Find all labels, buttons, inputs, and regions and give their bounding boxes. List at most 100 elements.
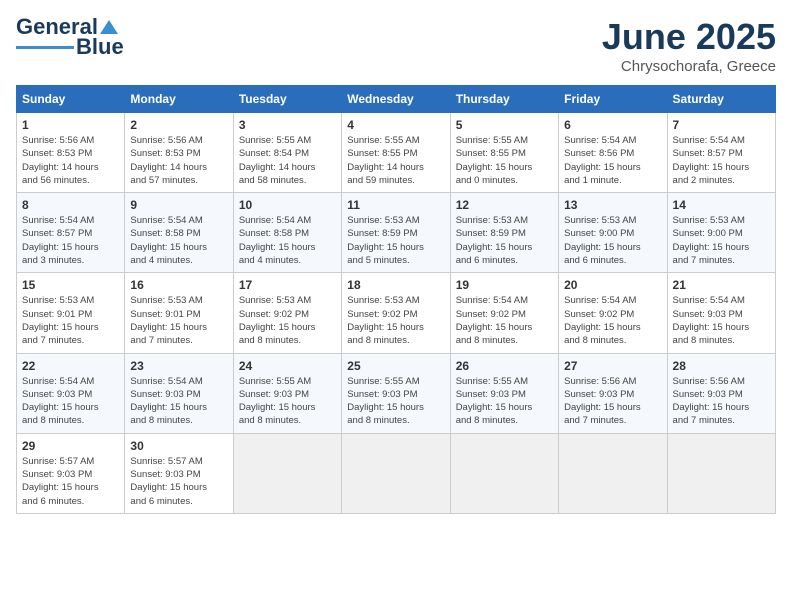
day-info: Sunrise: 5:53 AM Sunset: 9:01 PM Dayligh… (22, 294, 119, 347)
calendar-cell (233, 433, 341, 513)
day-info: Sunrise: 5:53 AM Sunset: 9:00 PM Dayligh… (673, 214, 770, 267)
day-info: Sunrise: 5:53 AM Sunset: 8:59 PM Dayligh… (347, 214, 444, 267)
day-number: 19 (456, 278, 553, 292)
day-info: Sunrise: 5:55 AM Sunset: 8:55 PM Dayligh… (347, 134, 444, 187)
calendar-cell (450, 433, 558, 513)
day-number: 15 (22, 278, 119, 292)
day-number: 25 (347, 359, 444, 373)
day-info: Sunrise: 5:54 AM Sunset: 8:58 PM Dayligh… (239, 214, 336, 267)
day-info: Sunrise: 5:56 AM Sunset: 8:53 PM Dayligh… (22, 134, 119, 187)
day-number: 30 (130, 439, 227, 453)
day-number: 3 (239, 118, 336, 132)
day-info: Sunrise: 5:54 AM Sunset: 9:02 PM Dayligh… (564, 294, 661, 347)
day-number: 4 (347, 118, 444, 132)
calendar-cell: 22 Sunrise: 5:54 AM Sunset: 9:03 PM Dayli… (17, 353, 125, 433)
calendar-cell: 12Sunrise: 5:53 AM Sunset: 8:59 PM Dayli… (450, 193, 558, 273)
day-number: 1 (22, 118, 119, 132)
calendar-week-row: 22 Sunrise: 5:54 AM Sunset: 9:03 PM Dayli… (17, 353, 776, 433)
calendar-cell (667, 433, 775, 513)
weekday-header-monday: Monday (125, 86, 233, 113)
day-info: Sunrise: 5:53 AM Sunset: 9:02 PM Dayligh… (347, 294, 444, 347)
calendar-cell: 19 Sunrise: 5:54 AM Sunset: 9:02 PM Dayli… (450, 273, 558, 353)
day-info: Sunrise: 5:57 AM Sunset: 9:03 PM Dayligh… (22, 455, 119, 508)
weekday-header-wednesday: Wednesday (342, 86, 450, 113)
day-number: 9 (130, 198, 227, 212)
day-info: Sunrise: 5:54 AM Sunset: 8:56 PM Dayligh… (564, 134, 661, 187)
day-info: Sunrise: 5:54 AM Sunset: 9:02 PM Dayligh… (456, 294, 553, 347)
day-number: 8 (22, 198, 119, 212)
day-number: 5 (456, 118, 553, 132)
day-number: 10 (239, 198, 336, 212)
day-info: Sunrise: 5:53 AM Sunset: 8:59 PM Dayligh… (456, 214, 553, 267)
day-info: Sunrise: 5:53 AM Sunset: 9:00 PM Dayligh… (564, 214, 661, 267)
day-number: 16 (130, 278, 227, 292)
weekday-header-saturday: Saturday (667, 86, 775, 113)
calendar-cell: 20 Sunrise: 5:54 AM Sunset: 9:02 PM Dayli… (559, 273, 667, 353)
calendar-cell: 13Sunrise: 5:53 AM Sunset: 9:00 PM Dayli… (559, 193, 667, 273)
day-info: Sunrise: 5:57 AM Sunset: 9:03 PM Dayligh… (130, 455, 227, 508)
calendar-cell: 6Sunrise: 5:54 AM Sunset: 8:56 PM Daylig… (559, 113, 667, 193)
day-info: Sunrise: 5:56 AM Sunset: 9:03 PM Dayligh… (564, 375, 661, 428)
header: General Blue June 2025 Chrysochorafa, Gr… (16, 16, 776, 75)
calendar-cell: 18 Sunrise: 5:53 AM Sunset: 9:02 PM Dayli… (342, 273, 450, 353)
day-number: 27 (564, 359, 661, 373)
calendar-cell: 15 Sunrise: 5:53 AM Sunset: 9:01 PM Dayli… (17, 273, 125, 353)
calendar-cell: 8 Sunrise: 5:54 AM Sunset: 8:57 PM Daylig… (17, 193, 125, 273)
day-info: Sunrise: 5:55 AM Sunset: 8:55 PM Dayligh… (456, 134, 553, 187)
day-number: 11 (347, 198, 444, 212)
day-number: 18 (347, 278, 444, 292)
day-info: Sunrise: 5:55 AM Sunset: 9:03 PM Dayligh… (456, 375, 553, 428)
day-info: Sunrise: 5:54 AM Sunset: 9:03 PM Dayligh… (673, 294, 770, 347)
day-info: Sunrise: 5:56 AM Sunset: 8:53 PM Dayligh… (130, 134, 227, 187)
day-number: 17 (239, 278, 336, 292)
day-info: Sunrise: 5:54 AM Sunset: 8:58 PM Dayligh… (130, 214, 227, 267)
calendar-cell: 7 Sunrise: 5:54 AM Sunset: 8:57 PM Daylig… (667, 113, 775, 193)
weekday-header-sunday: Sunday (17, 86, 125, 113)
day-number: 26 (456, 359, 553, 373)
calendar-cell: 4 Sunrise: 5:55 AM Sunset: 8:55 PM Daylig… (342, 113, 450, 193)
day-number: 28 (673, 359, 770, 373)
calendar-cell: 17 Sunrise: 5:53 AM Sunset: 9:02 PM Dayli… (233, 273, 341, 353)
title-block: June 2025 Chrysochorafa, Greece (602, 16, 776, 75)
calendar-cell: 10 Sunrise: 5:54 AM Sunset: 8:58 PM Dayli… (233, 193, 341, 273)
calendar-cell: 16 Sunrise: 5:53 AM Sunset: 9:01 PM Dayli… (125, 273, 233, 353)
calendar-cell: 5 Sunrise: 5:55 AM Sunset: 8:55 PM Daylig… (450, 113, 558, 193)
calendar-cell: 29Sunrise: 5:57 AM Sunset: 9:03 PM Dayli… (17, 433, 125, 513)
weekday-header-row: SundayMondayTuesdayWednesdayThursdayFrid… (17, 86, 776, 113)
calendar-cell: 28 Sunrise: 5:56 AM Sunset: 9:03 PM Dayli… (667, 353, 775, 433)
day-info: Sunrise: 5:55 AM Sunset: 9:03 PM Dayligh… (239, 375, 336, 428)
day-info: Sunrise: 5:55 AM Sunset: 8:54 PM Dayligh… (239, 134, 336, 187)
calendar-cell (342, 433, 450, 513)
logo-underline (16, 46, 74, 49)
calendar-week-row: 8 Sunrise: 5:54 AM Sunset: 8:57 PM Daylig… (17, 193, 776, 273)
day-info: Sunrise: 5:56 AM Sunset: 9:03 PM Dayligh… (673, 375, 770, 428)
day-info: Sunrise: 5:53 AM Sunset: 9:02 PM Dayligh… (239, 294, 336, 347)
day-info: Sunrise: 5:54 AM Sunset: 8:57 PM Dayligh… (673, 134, 770, 187)
month-year: June 2025 (602, 16, 776, 58)
calendar-cell: 3 Sunrise: 5:55 AM Sunset: 8:54 PM Daylig… (233, 113, 341, 193)
day-info: Sunrise: 5:55 AM Sunset: 9:03 PM Dayligh… (347, 375, 444, 428)
calendar-table: SundayMondayTuesdayWednesdayThursdayFrid… (16, 85, 776, 514)
day-info: Sunrise: 5:53 AM Sunset: 9:01 PM Dayligh… (130, 294, 227, 347)
weekday-header-tuesday: Tuesday (233, 86, 341, 113)
calendar-cell: 25 Sunrise: 5:55 AM Sunset: 9:03 PM Dayli… (342, 353, 450, 433)
calendar-week-row: 1 Sunrise: 5:56 AM Sunset: 8:53 PM Daylig… (17, 113, 776, 193)
location: Chrysochorafa, Greece (602, 58, 776, 75)
calendar-week-row: 29Sunrise: 5:57 AM Sunset: 9:03 PM Dayli… (17, 433, 776, 513)
day-number: 22 (22, 359, 119, 373)
day-info: Sunrise: 5:54 AM Sunset: 9:03 PM Dayligh… (22, 375, 119, 428)
calendar-cell: 11 Sunrise: 5:53 AM Sunset: 8:59 PM Dayli… (342, 193, 450, 273)
calendar-cell: 24Sunrise: 5:55 AM Sunset: 9:03 PM Dayli… (233, 353, 341, 433)
calendar-cell: 9 Sunrise: 5:54 AM Sunset: 8:58 PM Daylig… (125, 193, 233, 273)
day-info: Sunrise: 5:54 AM Sunset: 8:57 PM Dayligh… (22, 214, 119, 267)
calendar-cell: 21 Sunrise: 5:54 AM Sunset: 9:03 PM Dayli… (667, 273, 775, 353)
weekday-header-friday: Friday (559, 86, 667, 113)
logo-text-blue: Blue (76, 36, 124, 58)
day-number: 20 (564, 278, 661, 292)
day-number: 7 (673, 118, 770, 132)
calendar-cell: 14Sunrise: 5:53 AM Sunset: 9:00 PM Dayli… (667, 193, 775, 273)
day-number: 21 (673, 278, 770, 292)
calendar-cell: 1 Sunrise: 5:56 AM Sunset: 8:53 PM Daylig… (17, 113, 125, 193)
calendar-cell (559, 433, 667, 513)
day-number: 23 (130, 359, 227, 373)
